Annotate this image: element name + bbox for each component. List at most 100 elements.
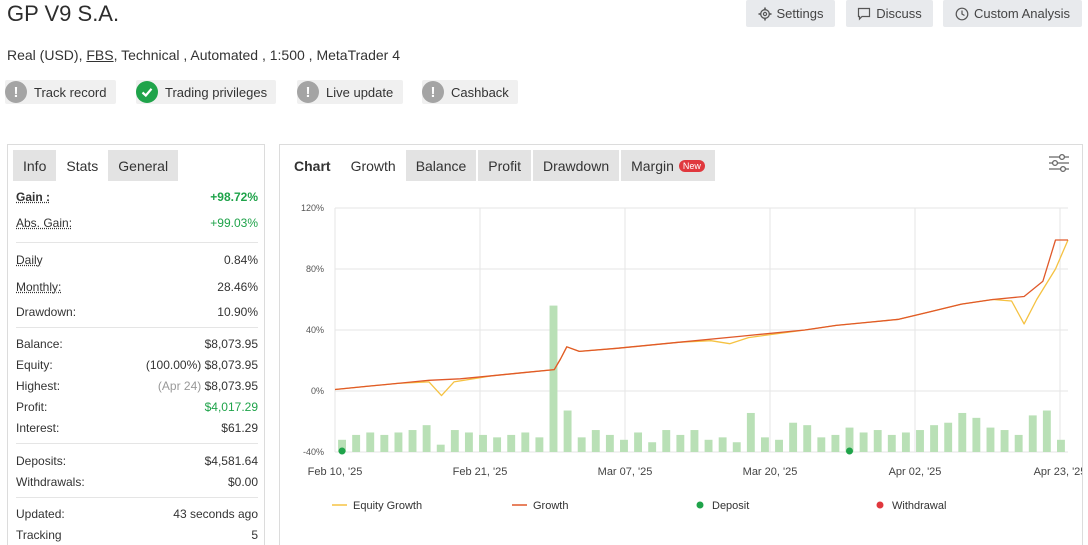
tab-growth[interactable]: Growth bbox=[340, 150, 406, 181]
tab-stats[interactable]: Stats bbox=[56, 150, 109, 181]
warning-icon: ! bbox=[5, 81, 27, 103]
deposits-value: $4,581.64 bbox=[204, 454, 258, 468]
volume-bar bbox=[803, 425, 812, 452]
volume-bar bbox=[648, 442, 657, 452]
tracking-value: 5 bbox=[251, 528, 258, 542]
settings-label: Settings bbox=[776, 6, 824, 21]
divider bbox=[16, 327, 258, 328]
balance-value: $8,073.95 bbox=[204, 337, 258, 351]
volume-bar bbox=[944, 422, 953, 452]
volume-bar bbox=[662, 430, 671, 452]
discuss-button[interactable]: Discuss bbox=[846, 0, 933, 27]
volume-bar bbox=[436, 444, 445, 452]
settings-button[interactable]: Settings bbox=[746, 0, 835, 27]
x-tick-label: Mar 07, '25 bbox=[598, 466, 653, 478]
account-summary: Real (USD), FBS, Technical , Automated ,… bbox=[7, 47, 400, 63]
x-tick-label: Apr 23, '25 bbox=[1034, 466, 1082, 478]
volume-bar bbox=[760, 437, 769, 452]
volume-bar bbox=[549, 305, 558, 452]
y-tick-label: 40% bbox=[306, 325, 324, 335]
account-details: , Technical , Automated , 1:500 , MetaTr… bbox=[113, 47, 400, 63]
abs-gain-value: +99.03% bbox=[210, 216, 258, 230]
deposit-marker bbox=[846, 447, 854, 455]
comment-icon bbox=[858, 7, 871, 20]
page-title: GP V9 S.A. bbox=[7, 1, 120, 26]
volume-bar bbox=[972, 417, 981, 452]
tab-drawdown[interactable]: Drawdown bbox=[532, 150, 620, 181]
volume-bar bbox=[479, 434, 487, 452]
monthly-label[interactable]: Monthly: bbox=[16, 280, 61, 294]
volume-bar bbox=[676, 434, 685, 452]
clock-icon bbox=[955, 7, 969, 20]
tracking-label: Tracking bbox=[16, 528, 62, 542]
tab-general[interactable]: General bbox=[108, 150, 179, 181]
deposits-label: Deposits: bbox=[16, 454, 67, 468]
volume-bar bbox=[507, 434, 516, 452]
volume-bar bbox=[1028, 415, 1037, 452]
volume-bar bbox=[422, 425, 431, 452]
volume-bar bbox=[831, 434, 840, 452]
gear-icon bbox=[758, 7, 771, 20]
sliders-icon[interactable] bbox=[1048, 153, 1070, 173]
legend-label: Deposit bbox=[712, 500, 749, 512]
equity-label: Equity: bbox=[16, 358, 53, 372]
live-update-label: Live update bbox=[326, 84, 394, 100]
y-tick-label: -40% bbox=[303, 447, 324, 457]
tab-chart[interactable]: Chart bbox=[285, 150, 341, 181]
x-tick-label: Apr 02, '25 bbox=[889, 466, 942, 478]
chart-tabbar: Chart Growth Balance Profit Drawdown Mar… bbox=[280, 145, 1082, 182]
abs-gain-label[interactable]: Abs. Gain: bbox=[16, 216, 72, 230]
interest-value: $61.29 bbox=[221, 421, 258, 435]
cashback-badge[interactable]: ! Cashback bbox=[422, 80, 518, 104]
legend-label: Growth bbox=[533, 500, 568, 512]
highest-date: (Apr 24) bbox=[157, 379, 202, 393]
growth-line bbox=[334, 239, 1068, 391]
volume-bar bbox=[577, 437, 586, 452]
discuss-label: Discuss bbox=[876, 6, 922, 21]
monthly-value: 28.46% bbox=[217, 280, 258, 294]
profit-value: $4,017.29 bbox=[204, 400, 258, 414]
balance-label: Balance: bbox=[16, 337, 63, 351]
tab-margin[interactable]: Margin New bbox=[621, 150, 715, 181]
new-badge: New bbox=[678, 159, 705, 172]
volume-bar bbox=[986, 427, 995, 452]
legend-label: Withdrawal bbox=[892, 500, 946, 512]
volume-bar bbox=[634, 432, 643, 452]
highest-label: Highest: bbox=[16, 379, 61, 393]
account-type: Real (USD), bbox=[7, 47, 83, 63]
tab-profit[interactable]: Profit bbox=[478, 150, 531, 181]
volume-bar bbox=[605, 434, 614, 452]
volume-bar bbox=[930, 425, 939, 452]
withdrawals-label: Withdrawals: bbox=[16, 475, 85, 489]
stats-tabbar: Info Stats General bbox=[8, 145, 264, 182]
divider bbox=[16, 242, 258, 243]
equity-growth-line bbox=[334, 239, 1069, 397]
gain-label[interactable]: Gain : bbox=[16, 190, 50, 204]
divider bbox=[16, 443, 258, 444]
tab-balance[interactable]: Balance bbox=[405, 150, 477, 181]
divider bbox=[16, 497, 258, 498]
daily-label[interactable]: Daily bbox=[16, 253, 43, 267]
volume-bar bbox=[789, 422, 798, 452]
daily-value: 0.84% bbox=[223, 253, 258, 267]
track-record-badge[interactable]: ! Track record bbox=[5, 80, 116, 104]
volume-bar bbox=[1042, 410, 1051, 452]
growth-chart[interactable]: 120% 80% 40% 0% -40% Feb 10, '25 Feb 21, '25 M… bbox=[280, 185, 1082, 545]
equity-value: $8,073.95 bbox=[204, 358, 258, 372]
withdrawals-value: $0.00 bbox=[227, 475, 258, 489]
trading-privileges-badge[interactable]: Trading privileges bbox=[136, 80, 276, 104]
tab-info[interactable]: Info bbox=[13, 150, 57, 181]
custom-analysis-button[interactable]: Custom Analysis bbox=[943, 0, 1082, 27]
trading-privileges-label: Trading privileges bbox=[165, 84, 268, 100]
gain-value: +98.72% bbox=[210, 190, 258, 204]
updated-value: 43 seconds ago bbox=[173, 507, 258, 521]
volume-bar bbox=[958, 412, 967, 452]
live-update-badge[interactable]: ! Live update bbox=[297, 80, 403, 104]
broker-link[interactable]: FBS bbox=[86, 47, 113, 63]
volume-bar bbox=[732, 442, 741, 452]
warning-icon: ! bbox=[297, 81, 319, 103]
volume-bar bbox=[521, 432, 530, 452]
equity-percent: (100.00%) bbox=[145, 358, 202, 372]
volume-bar bbox=[690, 430, 699, 452]
cashback-label: Cashback bbox=[451, 84, 509, 100]
